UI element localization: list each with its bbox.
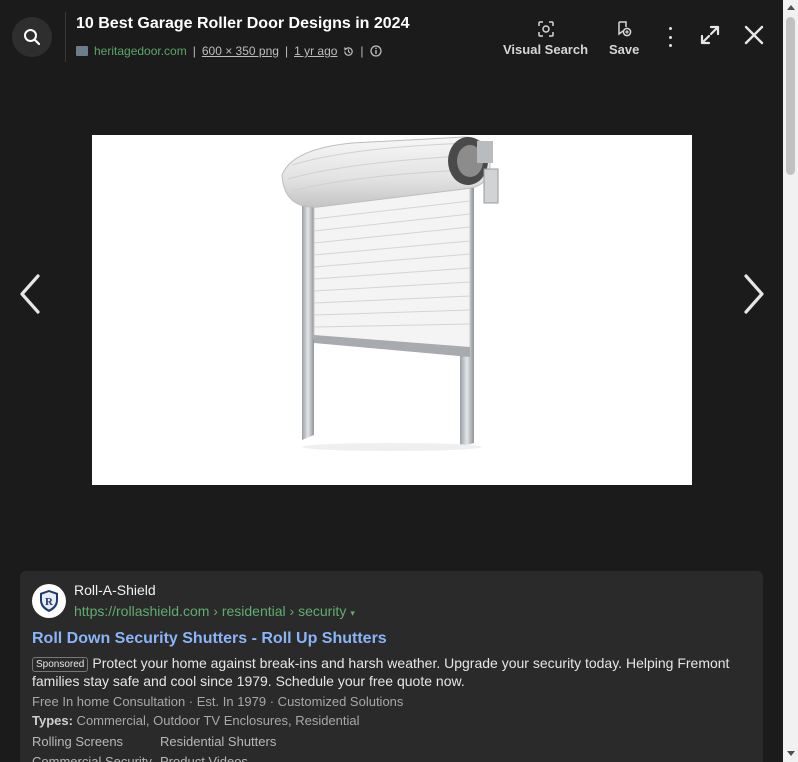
search-icon	[24, 29, 41, 46]
ad-types-value: Commercial, Outdoor TV Enclosures, Resid…	[72, 713, 360, 728]
close-icon[interactable]	[743, 24, 765, 46]
more-vert-icon	[668, 27, 672, 30]
visual-search-icon	[537, 21, 554, 37]
sitelink-residential-shutters[interactable]: Residential Shutters	[160, 734, 276, 749]
advertiser-name[interactable]: Roll-A-Shield	[74, 582, 156, 598]
sponsored-badge: Sponsored	[32, 657, 89, 672]
sitelink-product-videos[interactable]: Product Videos	[160, 754, 248, 762]
info-icon[interactable]	[369, 45, 382, 57]
more-options-button[interactable]	[660, 25, 680, 49]
advertiser-logo[interactable]: R	[32, 584, 66, 618]
scroll-thumb[interactable]	[786, 17, 795, 175]
ad-url-text: https://rollashield.com › residential › …	[74, 603, 347, 619]
ad-types: Types: Commercial, Outdoor TV Enclosures…	[32, 713, 360, 728]
roller-door-image	[281, 136, 499, 451]
header-divider	[65, 12, 66, 62]
ad-url-caret-icon[interactable]: ▾	[350, 608, 355, 618]
image-viewer-panel: 10 Best Garage Roller Door Designs in 20…	[0, 0, 783, 762]
page-scrollbar[interactable]	[783, 0, 798, 762]
ad-headline[interactable]: Roll Down Security Shutters - Roll Up Sh…	[32, 630, 387, 648]
preview-image[interactable]	[92, 135, 692, 485]
shield-logo-icon: R	[40, 590, 58, 612]
chevron-right-icon[interactable]	[738, 272, 770, 316]
site-favicon-icon	[76, 46, 88, 56]
meta-separator: |	[284, 44, 289, 58]
ad-description: Sponsored Protect your home against break…	[32, 654, 747, 690]
ad-types-label: Types:	[32, 713, 73, 728]
sitelink-rolling-screens[interactable]: Rolling Screens	[32, 734, 123, 749]
visual-search-button[interactable]: Visual Search	[503, 20, 588, 57]
source-site-link[interactable]: heritagedoor.com	[94, 44, 187, 58]
sponsored-ad-card[interactable]: R Roll-A-Shield https://rollashield.com …	[20, 571, 763, 762]
save-button[interactable]: Save	[609, 20, 639, 57]
scroll-up-arrow-icon[interactable]	[787, 5, 795, 10]
image-dimensions[interactable]: 600 × 350 png	[202, 44, 279, 58]
expand-icon[interactable]	[699, 24, 721, 46]
ad-extensions: Free In home Consultation · Est. In 1979…	[32, 694, 404, 709]
chevron-left-icon[interactable]	[14, 272, 46, 316]
save-icon	[618, 21, 632, 37]
history-icon	[344, 46, 354, 56]
image-meta-row: heritagedoor.com | 600 × 350 png | 1 yr …	[76, 44, 382, 58]
ad-description-text: Protect your home against break-ins and …	[32, 655, 730, 689]
visual-search-label: Visual Search	[503, 42, 589, 57]
meta-separator: |	[360, 44, 364, 58]
ad-url[interactable]: https://rollashield.com › residential › …	[74, 603, 355, 619]
search-button[interactable]	[12, 17, 52, 57]
image-age[interactable]: 1 yr ago	[294, 44, 337, 58]
meta-separator: |	[192, 44, 196, 58]
logo-letter: R	[45, 596, 54, 608]
scroll-down-arrow-icon[interactable]	[787, 751, 795, 756]
image-title[interactable]: 10 Best Garage Roller Door Designs in 20…	[76, 15, 409, 33]
sitelink-commercial-security[interactable]: Commercial Security	[32, 754, 152, 762]
save-label: Save	[609, 42, 640, 57]
